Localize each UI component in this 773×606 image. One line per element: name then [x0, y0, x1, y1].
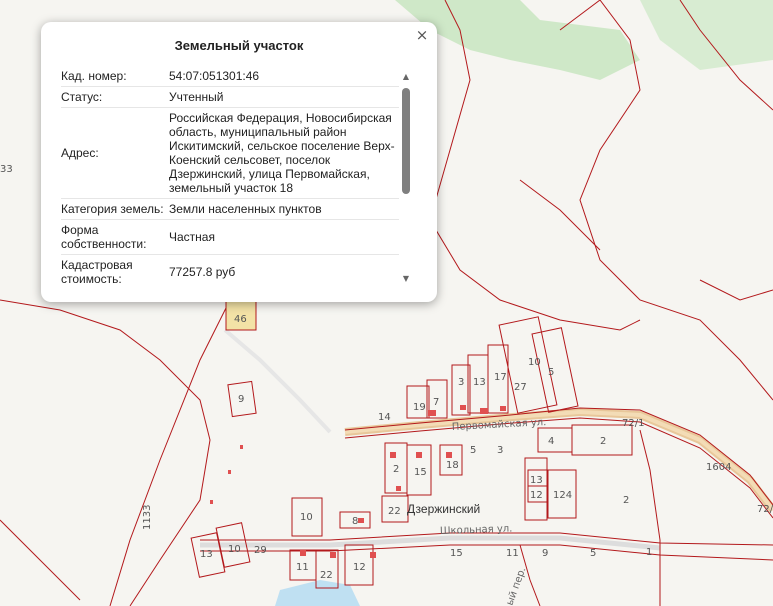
info-row: Категория земель: Земли населенных пункт… — [61, 199, 399, 220]
parcel-label: 17 — [494, 372, 507, 383]
parcel-label: 12 — [353, 562, 366, 573]
scroll-down-icon[interactable]: ▼ — [399, 274, 413, 284]
parcel-label: 13 — [200, 549, 213, 560]
parcel-label: 10 — [300, 512, 313, 523]
parcel-label: 22 — [388, 506, 401, 517]
parcel-label: 12 — [530, 490, 543, 501]
parcel-label: 9 — [542, 548, 548, 559]
parcel-label: 3 — [497, 445, 503, 456]
row-value: 54:07:051301:46 — [169, 69, 260, 83]
parcel-label: 22 — [320, 570, 333, 581]
parcel-label: 11 — [506, 548, 519, 559]
info-table: Кад. номер: 54:07:051301:46 Статус: Учте… — [61, 66, 399, 288]
parcel-label: 27 — [514, 382, 527, 393]
parcel-label: 2 — [600, 436, 606, 447]
close-icon[interactable]: × — [413, 26, 431, 44]
parcel-label: 72/1 — [757, 504, 773, 515]
row-value: 77257.8 руб — [169, 265, 236, 279]
village-label: Дзержинский — [407, 502, 480, 516]
row-value: Частная — [169, 230, 215, 244]
parcel-label: 4 — [548, 436, 554, 447]
info-row: Кад. номер: 54:07:051301:46 — [61, 66, 399, 87]
row-key: Кадастровая стоимость: — [61, 258, 133, 286]
info-row: Кадастровая стоимость: 77257.8 руб — [61, 255, 399, 288]
parcel-label: 10 — [528, 357, 541, 368]
row-value: Российская Федерация, Новосибирская обла… — [169, 111, 395, 195]
parcel-label: 1 — [646, 547, 652, 558]
row-key: Адрес: — [61, 146, 99, 160]
parcel-label: 1133 — [142, 505, 153, 530]
parcel-label: 5 — [548, 367, 554, 378]
parcel-label: 9 — [238, 394, 244, 405]
parcel-label: 13 — [473, 377, 486, 388]
info-row: Статус: Учтенный — [61, 87, 399, 108]
parcel-label: 7 — [433, 397, 439, 408]
row-value: Учтенный — [169, 90, 224, 104]
parcel-label: 29 — [254, 545, 267, 556]
parcel-label: 15 — [414, 467, 427, 478]
parcel-label: 124 — [553, 490, 572, 501]
parcel-label: 18 — [446, 460, 459, 471]
parcel-label: 10 — [228, 544, 241, 555]
info-row: Адрес: Российская Федерация, Новосибирск… — [61, 108, 399, 199]
scroll-thumb[interactable] — [402, 88, 410, 194]
parcel-label: 2 — [623, 495, 629, 506]
parcel-label: 19 — [413, 402, 426, 413]
scrollbar[interactable]: ▲ ▼ — [399, 72, 413, 284]
parcel-label: 14 — [378, 412, 391, 423]
parcel-label: 11 — [296, 562, 309, 573]
parcel-label: 72/1 — [622, 418, 644, 429]
parcel-label: 15 — [450, 548, 463, 559]
parcel-label: 5 — [590, 548, 596, 559]
parcel-label: 2 — [393, 464, 399, 475]
row-key: Кад. номер: — [61, 69, 127, 83]
row-value: Земли населенных пунктов — [169, 202, 322, 216]
parcel-label: 33 — [0, 164, 13, 175]
parcel-label: 1604 — [706, 462, 731, 473]
row-key: Статус: — [61, 90, 103, 104]
parcel-info-popup: Земельный участок × Кад. номер: 54:07:05… — [41, 22, 437, 302]
info-row: Форма собственности: Частная — [61, 220, 399, 255]
row-key: Категория земель: — [61, 202, 164, 216]
popup-title: Земельный участок — [174, 38, 304, 53]
parcel-label: 46 — [234, 314, 247, 325]
parcel-label: 3 — [458, 377, 464, 388]
parcel-label: 8 — [352, 516, 358, 527]
parcel-label: 13 — [530, 475, 543, 486]
parcel-label: 5 — [470, 445, 476, 456]
row-key: Форма собственности: — [61, 223, 147, 251]
scroll-up-icon[interactable]: ▲ — [399, 72, 413, 82]
